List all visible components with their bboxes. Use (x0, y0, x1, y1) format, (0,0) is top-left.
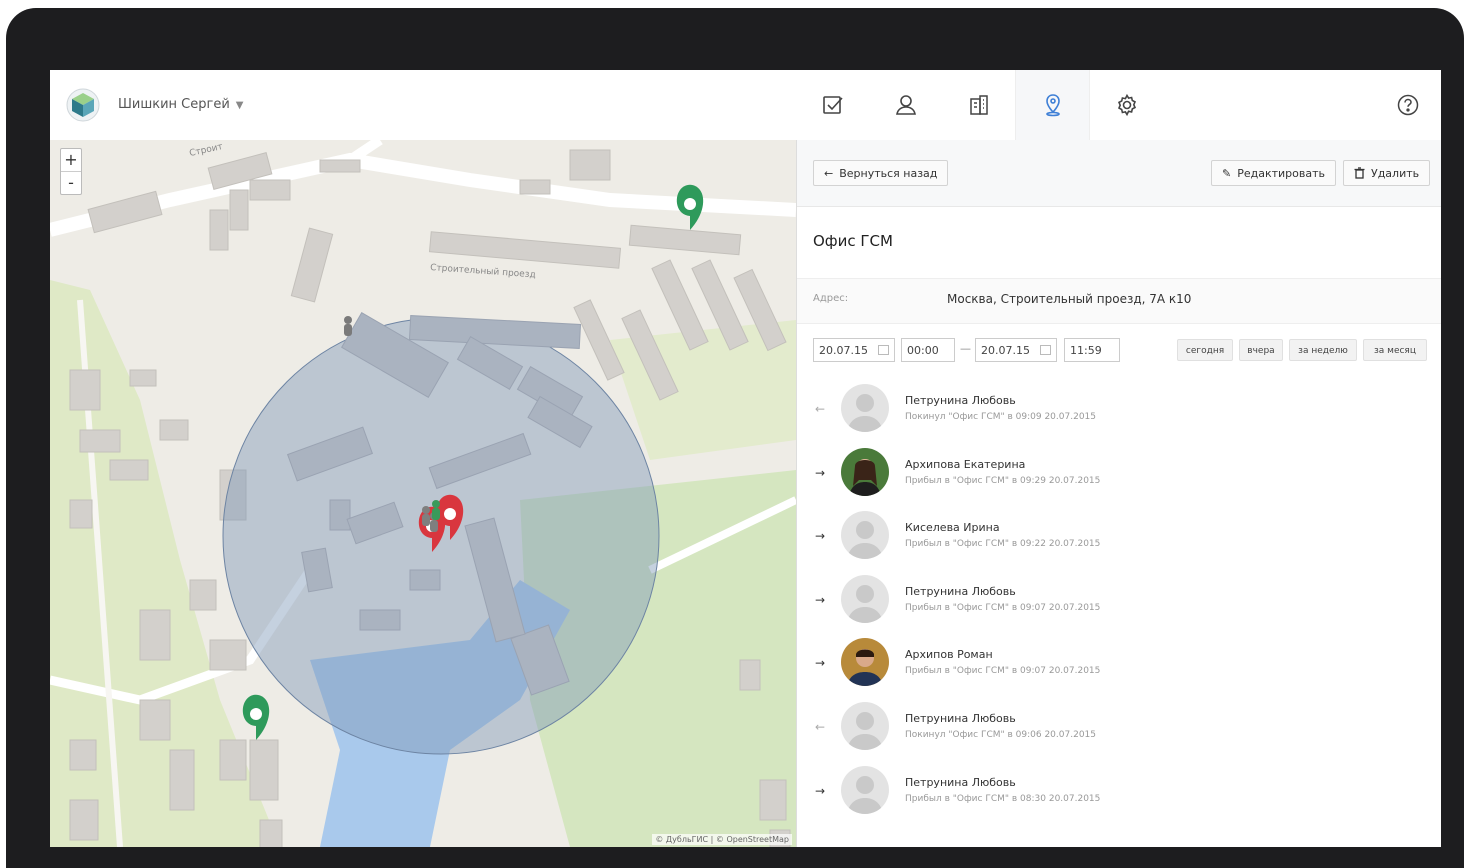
address-value: Москва, Строительный проезд, 7А к10 (947, 292, 1192, 306)
event-user-name: Петрунина Любовь (905, 584, 1016, 598)
avatar (841, 511, 889, 560)
arrow-in-icon: → (815, 529, 826, 544)
arrow-out-icon: ← (815, 719, 826, 734)
location-title: Офис ГСМ (813, 232, 893, 250)
event-detail: Прибыл в "Офис ГСМ" в 09:07 20.07.2015 (905, 666, 1101, 677)
app-header: Шишкин Сергей ▼ (50, 70, 1441, 141)
arrow-in-icon: → (815, 592, 826, 607)
tab-tasks[interactable] (796, 70, 869, 140)
list-item[interactable]: → Архипова Екатерина Прибыл в "Офис ГСМ"… (797, 442, 1441, 506)
range-dash: — (960, 342, 971, 355)
help-icon[interactable] (1397, 94, 1419, 116)
arrow-left-icon: ← (824, 166, 834, 180)
event-user-name: Архипов Роман (905, 648, 993, 662)
main-nav (796, 70, 1163, 140)
address-row: Адрес: Москва, Строительный проезд, 7А к… (797, 278, 1441, 324)
list-item[interactable]: → Архипов Роман Прибыл в "Офис ГСМ" в 09… (797, 632, 1441, 696)
time-to-input[interactable]: 11:59 (1064, 338, 1120, 362)
avatar (841, 384, 889, 432)
avatar (841, 638, 889, 687)
month-button[interactable]: за месяц (1363, 339, 1427, 361)
event-detail: Прибыл в "Офис ГСМ" в 09:07 20.07.2015 (905, 602, 1101, 613)
user-menu[interactable]: Шишкин Сергей ▼ (118, 97, 244, 112)
street-label: Строительный проезд (430, 263, 536, 280)
list-item[interactable]: ← Петрунина Любовь Покинул "Офис ГСМ" в … (797, 696, 1441, 760)
event-user-name: Петрунина Любовь (905, 394, 1016, 407)
zoom-control: + - (60, 148, 82, 195)
gear-icon (1117, 93, 1136, 117)
avatar (841, 447, 889, 496)
zoom-out-button[interactable]: - (61, 172, 81, 194)
zoom-in-button[interactable]: + (61, 149, 81, 172)
map-canvas: Строительный проезд Строит (50, 140, 796, 847)
pencil-icon: ✎ (1222, 166, 1232, 180)
event-detail: Покинул "Офис ГСМ" в 09:06 20.07.2015 (905, 729, 1096, 740)
yesterday-button[interactable]: вчера (1239, 339, 1283, 361)
map-attribution[interactable]: © ДубльГИС | © OpenStreetMap (652, 834, 792, 845)
event-detail: Прибыл в "Офис ГСМ" в 09:29 20.07.2015 (905, 475, 1101, 486)
arrow-in-icon: → (815, 656, 826, 671)
location-panel: ← Вернуться назад ✎ Редактировать Удалит… (796, 140, 1441, 847)
person-marker-icon[interactable] (344, 316, 352, 336)
arrow-in-icon: → (815, 783, 826, 798)
green-pin-icon[interactable] (676, 184, 704, 230)
list-item[interactable]: → Петрунина Любовь Прибыл в "Офис ГСМ" в… (797, 760, 1441, 824)
list-item[interactable]: → Киселева Ирина Прибыл в "Офис ГСМ" в 0… (797, 505, 1441, 569)
event-user-name: Архипова Екатерина (905, 457, 1026, 471)
delete-button[interactable]: Удалить (1343, 160, 1431, 186)
arrow-in-icon: → (815, 465, 826, 480)
date-from-input[interactable]: 20.07.15 (813, 338, 895, 362)
calendar-icon[interactable] (878, 345, 889, 355)
trash-icon (1354, 167, 1365, 179)
user-icon (895, 95, 916, 115)
events-list: ← Петрунина Любовь Покинул "Офис ГСМ" в … (797, 378, 1441, 823)
panel-toolbar: ← Вернуться назад ✎ Редактировать Удалит… (797, 140, 1441, 207)
arrow-out-icon: ← (815, 402, 826, 416)
week-button[interactable]: за неделю (1289, 339, 1357, 361)
user-name: Шишкин Сергей (118, 97, 230, 112)
list-item[interactable]: ← Петрунина Любовь Покинул "Офис ГСМ" в … (797, 378, 1441, 442)
tasks-icon (822, 96, 843, 114)
building-icon (969, 95, 988, 115)
street-label: Строит (189, 142, 224, 159)
tab-buildings[interactable] (942, 70, 1015, 140)
event-detail: Покинул "Офис ГСМ" в 09:09 20.07.2015 (905, 412, 1096, 422)
person-marker-icon[interactable] (432, 500, 440, 520)
tab-users[interactable] (869, 70, 942, 140)
calendar-icon[interactable] (1040, 345, 1051, 355)
tab-settings[interactable] (1090, 70, 1163, 140)
location-icon (1045, 94, 1060, 117)
event-detail: Прибыл в "Офис ГСМ" в 09:22 20.07.2015 (905, 539, 1101, 550)
event-user-name: Киселева Ирина (905, 521, 1000, 535)
avatar (841, 701, 889, 750)
address-label: Адрес: (813, 293, 849, 304)
time-from-input[interactable]: 00:00 (901, 338, 955, 362)
avatar (841, 574, 889, 623)
map-view[interactable]: Строительный проезд Строит + - © ДубльГИ… (50, 140, 796, 847)
list-item[interactable]: → Петрунина Любовь Прибыл в "Офис ГСМ" в… (797, 569, 1441, 633)
app-screen: Шишкин Сергей ▼ Строительный проезд Стро… (50, 70, 1441, 847)
logo-icon (66, 88, 100, 122)
date-to-input[interactable]: 20.07.15 (975, 338, 1057, 362)
green-pin-icon[interactable] (242, 694, 270, 740)
event-detail: Прибыл в "Офис ГСМ" в 08:30 20.07.2015 (905, 793, 1101, 804)
chevron-down-icon: ▼ (235, 100, 244, 111)
back-button[interactable]: ← Вернуться назад (813, 160, 949, 186)
today-button[interactable]: сегодня (1177, 339, 1233, 361)
tab-locations[interactable] (1015, 70, 1090, 140)
event-user-name: Петрунина Любовь (905, 711, 1016, 725)
date-filter: 20.07.15 00:00 — 20.07.15 11:59 сегодня … (797, 334, 1441, 368)
avatar (841, 765, 889, 814)
edit-button[interactable]: ✎ Редактировать (1211, 160, 1336, 186)
event-user-name: Петрунина Любовь (905, 775, 1016, 789)
